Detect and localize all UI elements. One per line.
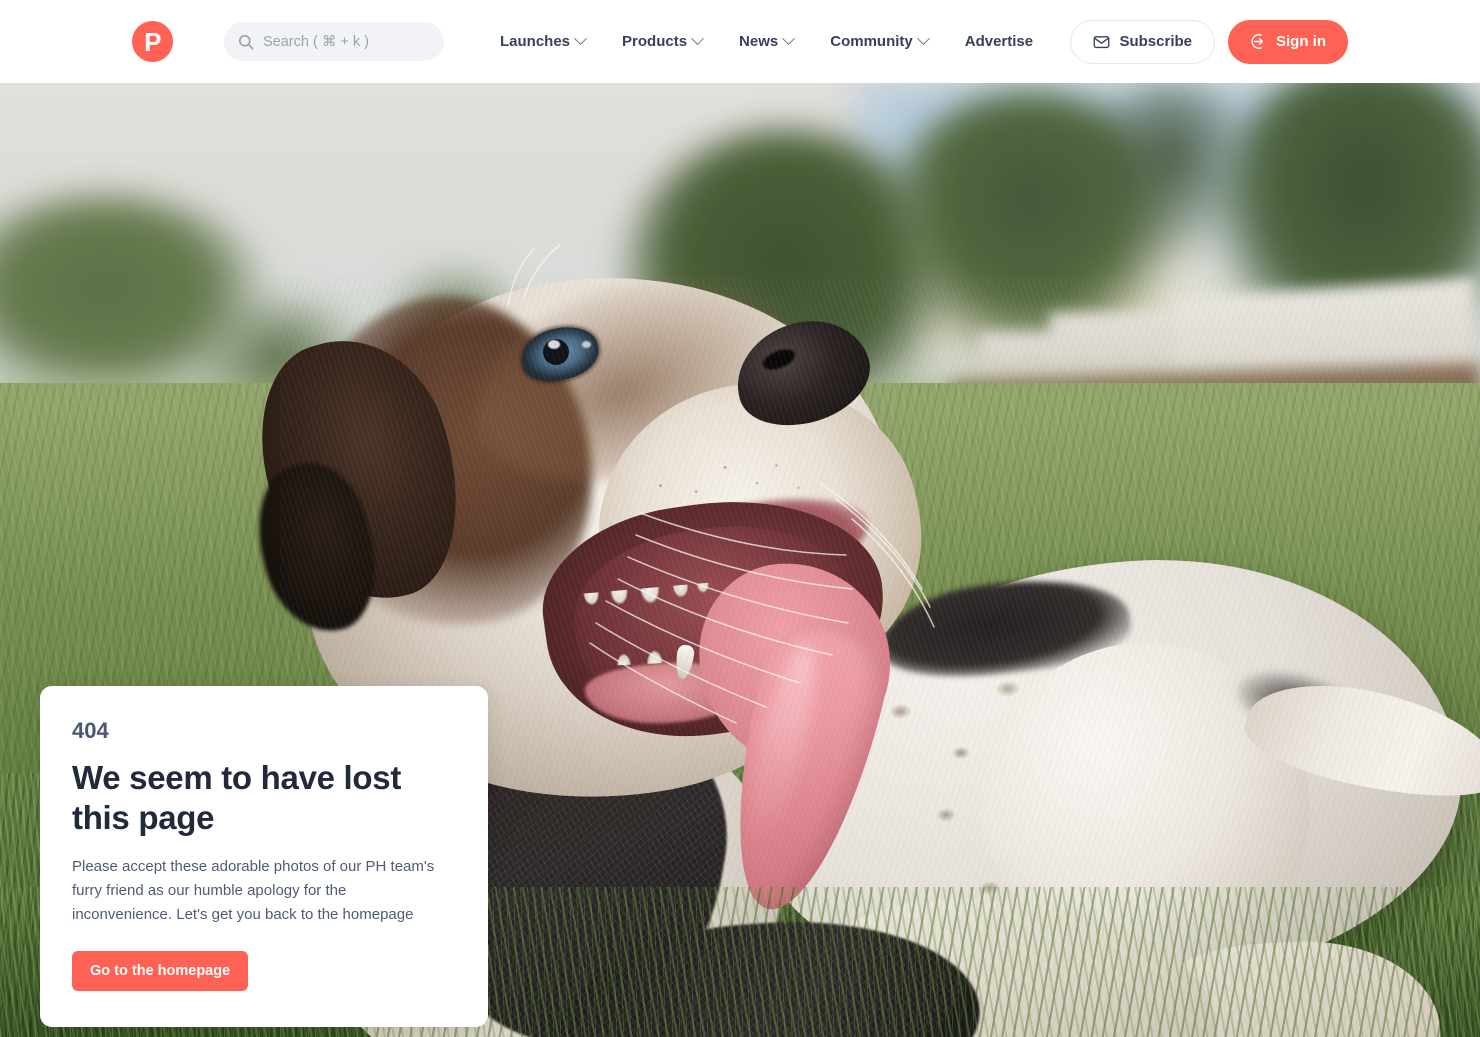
- error-description: Please accept these adorable photos of o…: [72, 857, 435, 923]
- chevron-down-icon: [691, 32, 704, 46]
- page-root: P Search ( ⌘ + k ) Launches Products New…: [0, 0, 1480, 1037]
- sign-in-label: Sign in: [1276, 33, 1326, 50]
- logo-letter: P: [144, 26, 161, 57]
- chevron-down-icon: [782, 32, 796, 46]
- login-arrow-icon: [1251, 33, 1264, 50]
- chevron-down-icon: [574, 32, 587, 46]
- nav-item-community[interactable]: Community: [830, 32, 930, 50]
- product-hunt-logo[interactable]: P: [132, 21, 173, 62]
- subscribe-label: Subscribe: [1119, 33, 1192, 50]
- subscribe-button[interactable]: Subscribe: [1070, 19, 1215, 64]
- error-code: 404: [72, 718, 109, 743]
- chevron-down-icon: [916, 32, 930, 46]
- nav-item-news[interactable]: News: [739, 32, 796, 50]
- nav-label-news: News: [739, 33, 779, 50]
- search-icon: [238, 34, 254, 49]
- error-404-card: 404 We seem to have lost this page Pleas…: [40, 686, 488, 1027]
- main-navigation: Launches Products News Community Adverti…: [500, 32, 1070, 50]
- search-placeholder: Search ( ⌘ + k ): [263, 33, 369, 50]
- header-actions: Subscribe Sign in: [1070, 19, 1348, 64]
- nav-item-launches[interactable]: Launches: [500, 32, 587, 50]
- site-header: P Search ( ⌘ + k ) Launches Products New…: [0, 0, 1480, 83]
- search-input[interactable]: Search ( ⌘ + k ): [224, 22, 444, 61]
- nav-label-advertise: Advertise: [964, 33, 1034, 50]
- sign-in-button[interactable]: Sign in: [1228, 19, 1348, 64]
- go-to-homepage-button[interactable]: Go to the homepage: [72, 950, 249, 991]
- nav-item-advertise[interactable]: Advertise: [965, 33, 1033, 50]
- nav-label-launches: Launches: [500, 33, 571, 50]
- error-title: We seem to have lost this page: [72, 759, 402, 837]
- nav-label-products: Products: [622, 33, 688, 50]
- nav-label-community: Community: [830, 33, 913, 50]
- envelope-icon: [1094, 36, 1110, 49]
- nav-item-products[interactable]: Products: [622, 32, 704, 50]
